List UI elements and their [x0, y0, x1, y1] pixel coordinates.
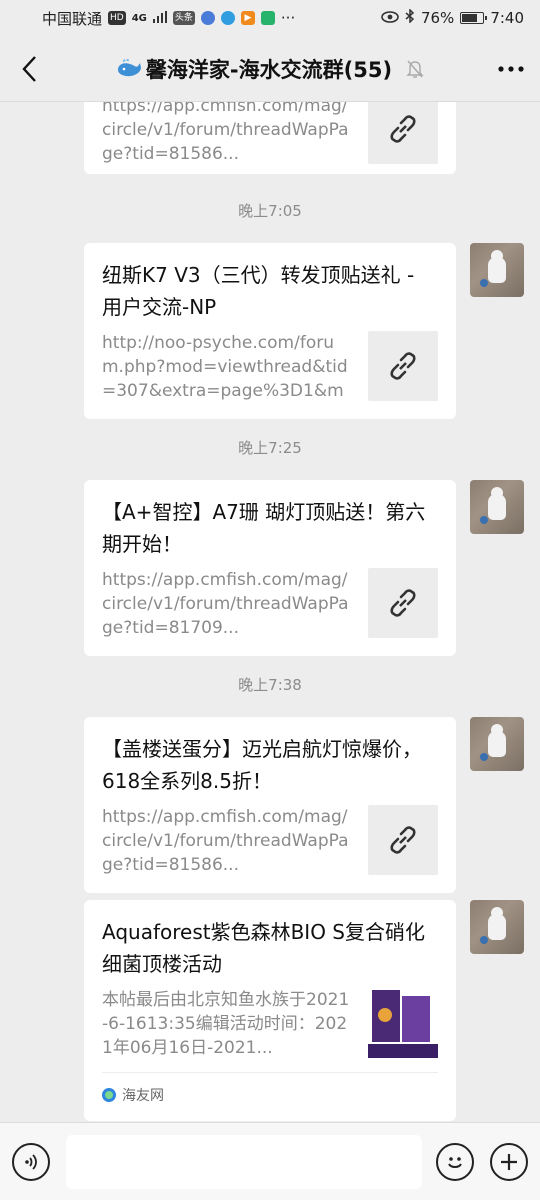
link-card[interactable]: 【盖楼送蛋分】迈光启航灯惊爆价，618全系列8.5折！ https://app.…: [84, 717, 456, 893]
hd-icon: HD: [108, 11, 126, 25]
voice-button[interactable]: [12, 1142, 50, 1181]
battery-icon: [460, 12, 488, 24]
bluetooth-icon: [405, 8, 415, 27]
toutiao-badge: 头条: [172, 11, 195, 25]
link-card[interactable]: 纽斯K7 V3（三代）转发顶贴送礼 - 用户交流-NP http://noo-p…: [84, 243, 456, 419]
battery-percent: 76%: [420, 9, 455, 27]
link-card-url: https://app.cmfish.com/mag/circle/v1/for…: [102, 102, 349, 164]
link-card-summary: 本帖最后由北京知鱼水族于2021-6-1613:35编辑活动时间：2021年06…: [102, 990, 350, 1058]
eye-icon: [381, 9, 399, 27]
sender-avatar[interactable]: [470, 480, 524, 534]
network-label: 4G: [131, 12, 147, 24]
chevron-left-icon: [22, 55, 36, 82]
message-list[interactable]: https://app.cmfish.com/mag/circle/v1/for…: [0, 102, 540, 1122]
mi-app-icon: [260, 11, 275, 25]
link-icon: [390, 826, 416, 854]
input-bar: [0, 1122, 540, 1200]
back-button[interactable]: [0, 36, 58, 102]
video-app-icon: ▶: [240, 11, 255, 25]
add-more-button[interactable]: [490, 1142, 528, 1181]
timestamp: 晚上7:05: [238, 202, 302, 220]
link-source: 海友网: [102, 1072, 438, 1105]
link-icon: [390, 115, 416, 143]
link-card-url: http://noo-psyche.com/forum.php?mod=view…: [102, 333, 348, 401]
source-logo-icon: [102, 1088, 116, 1102]
link-card-title: 纽斯K7 V3（三代）转发顶贴送礼 - 用户交流-NP: [102, 263, 415, 319]
product-thumbnail: [368, 988, 438, 1058]
source-name: 海友网: [122, 1088, 164, 1104]
link-card[interactable]: 【A+智控】A7珊 瑚灯顶贴送！第六期开始！ https://app.cmfis…: [84, 480, 456, 656]
signal-icon: [152, 9, 167, 27]
link-card-title: 【A+智控】A7珊 瑚灯顶贴送！第六期开始！: [102, 500, 426, 556]
whale-icon: [117, 58, 141, 76]
link-thumbnail: [368, 568, 438, 638]
carrier-label: 中国联通: [42, 9, 103, 28]
more-options-button[interactable]: [482, 36, 540, 102]
timestamp: 晚上7:38: [238, 676, 302, 694]
timestamp: 晚上7:25: [238, 439, 302, 457]
sender-avatar[interactable]: [470, 243, 524, 297]
more-dots-icon: [498, 65, 524, 72]
chat-title-text: 馨海洋家-海水交流群(55): [145, 57, 393, 82]
message-input[interactable]: [66, 1134, 422, 1189]
chat-title: 馨海洋家-海水交流群(55): [58, 54, 482, 84]
link-card-title: 【盖楼送蛋分】迈光启航灯惊爆价，618全系列8.5折！: [102, 737, 422, 793]
link-card-title: Aquaforest紫色森林BIO S复合硝化细菌顶楼活动: [102, 920, 425, 976]
link-thumbnail: [368, 805, 438, 875]
mute-bell-icon: [406, 60, 424, 78]
link-card[interactable]: https://app.cmfish.com/mag/circle/v1/for…: [84, 102, 456, 174]
emoji-button[interactable]: [436, 1142, 474, 1181]
smiley-icon: [448, 1156, 462, 1168]
voice-icon: [25, 1153, 37, 1170]
link-card-url: https://app.cmfish.com/mag/circle/v1/for…: [102, 807, 349, 875]
sender-avatar[interactable]: [470, 717, 524, 771]
music-app-icon: [200, 11, 215, 25]
chat-title-bar: 馨海洋家-海水交流群(55): [0, 36, 540, 102]
sender-avatar[interactable]: [470, 900, 524, 954]
clock: 7:40: [490, 9, 524, 27]
link-icon: [390, 352, 416, 380]
status-bar: 中国联通 HD 4G 头条 ▶ ··· 76% 7:40: [0, 0, 540, 36]
link-card-url: https://app.cmfish.com/mag/circle/v1/for…: [102, 570, 349, 638]
link-icon: [390, 589, 416, 617]
overflow-indicator: ···: [280, 9, 296, 27]
link-thumbnail: [368, 331, 438, 401]
link-thumbnail: [368, 102, 438, 164]
link-card[interactable]: Aquaforest紫色森林BIO S复合硝化细菌顶楼活动 本帖最后由北京知鱼水…: [84, 900, 456, 1121]
browser-app-icon: [220, 11, 235, 25]
plus-icon: [501, 1153, 517, 1170]
